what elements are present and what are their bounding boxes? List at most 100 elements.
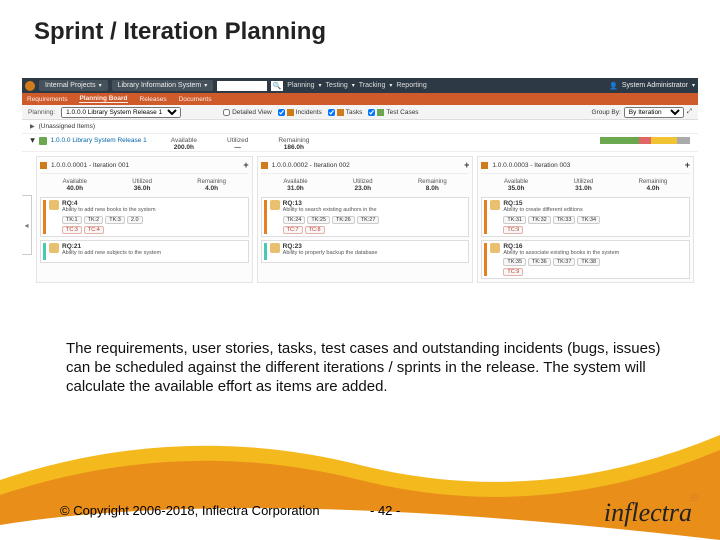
board-card[interactable]: RQ:21 Ability to add new subjects to the… xyxy=(40,240,249,264)
task-chip[interactable]: TK:26 xyxy=(332,216,355,224)
release-select[interactable]: 1.0.0.0 Library System Release 1 xyxy=(61,107,181,118)
menu-testing[interactable]: Testing xyxy=(326,82,348,89)
card-id: RQ:23 xyxy=(283,243,467,250)
chevron-down-icon: ▾ xyxy=(99,82,102,89)
card-id: RQ:16 xyxy=(503,243,687,250)
testcase-chip[interactable]: TC:8 xyxy=(305,226,325,234)
testcase-chip[interactable]: TC:9 xyxy=(503,268,523,276)
board-card[interactable]: RQ:15 Ability to create different editio… xyxy=(481,197,690,237)
card-text: Ability to create different editions xyxy=(503,207,687,214)
card-text: Ability to associate existing books in t… xyxy=(503,250,687,257)
avatar xyxy=(490,200,500,210)
task-chip[interactable]: TK:31 xyxy=(503,216,526,224)
tab-requirements[interactable]: Requirements xyxy=(27,96,67,103)
board-card[interactable]: RQ:4 Ability to add new books to the sys… xyxy=(40,197,249,237)
search-icon: 🔍 xyxy=(273,82,282,90)
avatar xyxy=(490,243,500,253)
card-text: Ability to add new books to the system xyxy=(62,207,246,214)
task-chip[interactable]: TK:27 xyxy=(357,216,380,224)
board-card[interactable]: RQ:13 Ability to search existing authors… xyxy=(261,197,470,237)
project-name-label: Library Information System xyxy=(118,82,202,89)
testcase-chip[interactable]: TC:7 xyxy=(283,226,303,234)
project-name-dropdown[interactable]: Library Information System ▾ xyxy=(112,80,214,91)
groupby-label: Group By: xyxy=(592,109,621,116)
planning-toolbar: Planning: 1.0.0.0 Library System Release… xyxy=(22,105,698,120)
task-chip[interactable]: TK:38 xyxy=(577,258,600,266)
copyright-text: © Copyright 2006-2018, Inflectra Corpora… xyxy=(60,503,320,518)
menu-reporting[interactable]: Reporting xyxy=(396,82,426,89)
iteration-title: 1.0.0.0.0001 - Iteration 001 xyxy=(51,162,129,169)
task-chip[interactable]: TK:24 xyxy=(283,216,306,224)
iteration-header[interactable]: 1.0.0.0.0001 - Iteration 001 + xyxy=(40,160,249,174)
collapse-handle[interactable]: ◂ xyxy=(22,195,32,255)
user-icon: 👤 xyxy=(609,82,618,90)
iteration-icon xyxy=(481,162,488,169)
iteration-icon xyxy=(40,162,47,169)
iteration-header[interactable]: 1.0.0.0.0003 - Iteration 003 + xyxy=(481,160,690,174)
testcase-chip[interactable]: TC:4 xyxy=(84,226,104,234)
avatar xyxy=(270,200,280,210)
incident-icon xyxy=(287,109,294,116)
iteration-stats: Available35.0h Utilized31.0h Remaining4.… xyxy=(481,177,690,194)
card-edge xyxy=(264,200,267,234)
card-text: Ability to properly backup the database xyxy=(283,250,467,257)
release-icon xyxy=(39,137,47,145)
task-chip[interactable]: TK:34 xyxy=(577,216,600,224)
menu-tracking[interactable]: Tracking xyxy=(359,82,386,89)
opt-tasks[interactable]: Tasks xyxy=(328,109,363,116)
projects-label: Internal Projects xyxy=(45,82,96,89)
card-edge xyxy=(484,200,487,234)
expand-icon[interactable]: ⤢ xyxy=(687,108,692,116)
iteration-title: 1.0.0.0.0003 - Iteration 003 xyxy=(492,162,570,169)
task-chip[interactable]: TK:35 xyxy=(503,258,526,266)
iteration-stats: Available31.0h Utilized23.0h Remaining8.… xyxy=(261,177,470,194)
testcase-chip[interactable]: TC:3 xyxy=(62,226,82,234)
task-chip[interactable]: TK:2 xyxy=(84,216,104,224)
nav-tabs: Requirements Planning Board Releases Doc… xyxy=(22,93,698,105)
card-text: Ability to search existing authors in th… xyxy=(283,207,467,214)
search-input[interactable] xyxy=(217,81,267,91)
task-chip[interactable]: TK:33 xyxy=(553,216,576,224)
board-card[interactable]: RQ:16 Ability to associate existing book… xyxy=(481,240,690,280)
iteration-stats: Available40.0h Utilized36.0h Remaining4.… xyxy=(40,177,249,194)
app-logo-icon xyxy=(25,81,35,91)
board-card[interactable]: RQ:23 Ability to properly backup the dat… xyxy=(261,240,470,264)
iteration-header[interactable]: 1.0.0.0.0002 - Iteration 002 + xyxy=(261,160,470,174)
projects-dropdown[interactable]: Internal Projects ▾ xyxy=(39,80,108,91)
row-release[interactable]: ▶ 1.0.0.0 Library System Release 1 Avail… xyxy=(22,134,698,152)
iteration-grid: 1.0.0.0.0001 - Iteration 001 + Available… xyxy=(22,152,698,287)
card-id: RQ:15 xyxy=(503,200,687,207)
card-edge xyxy=(264,243,267,261)
add-card-button[interactable]: + xyxy=(243,160,248,170)
app-screenshot: Internal Projects ▾ Library Information … xyxy=(22,78,698,326)
opt-testcases[interactable]: Test Cases xyxy=(368,109,418,116)
slide-description: The requirements, user stories, tasks, t… xyxy=(66,340,670,396)
iteration-icon xyxy=(261,162,268,169)
task-chip[interactable]: TK:37 xyxy=(553,258,576,266)
brand-logo: inflectra≋ xyxy=(604,498,692,528)
tab-planning-board[interactable]: Planning Board xyxy=(79,95,127,103)
user-name[interactable]: System Administrator xyxy=(622,82,688,89)
flame-icon: ≋ xyxy=(688,490,698,507)
app-topbar: Internal Projects ▾ Library Information … xyxy=(22,78,698,93)
task-chip[interactable]: TK:32 xyxy=(528,216,551,224)
card-id: RQ:21 xyxy=(62,243,246,250)
task-chip[interactable]: TK:36 xyxy=(528,258,551,266)
tab-documents[interactable]: Documents xyxy=(179,96,212,103)
task-chip[interactable]: TK:3 xyxy=(105,216,125,224)
tab-releases[interactable]: Releases xyxy=(140,96,167,103)
menu-planning[interactable]: Planning xyxy=(287,82,314,89)
add-card-button[interactable]: + xyxy=(685,160,690,170)
task-chip[interactable]: TK:1 xyxy=(62,216,82,224)
opt-incidents[interactable]: Incidents xyxy=(278,109,322,116)
opt-detailed[interactable]: Detailed View xyxy=(223,109,272,116)
release-link[interactable]: 1.0.0.0 Library System Release 1 xyxy=(51,137,147,144)
testcase-chip[interactable]: TC:9 xyxy=(503,226,523,234)
search-button[interactable]: 🔍 xyxy=(271,81,283,91)
task-chip[interactable]: TK:25 xyxy=(307,216,330,224)
chevron-down-icon: ▾ xyxy=(692,82,695,89)
groupby-select[interactable]: By Iteration xyxy=(624,107,684,118)
chevron-down-icon: ▾ xyxy=(204,82,207,89)
row-unassigned[interactable]: ▶ (Unassigned Items) xyxy=(22,120,698,134)
add-card-button[interactable]: + xyxy=(464,160,469,170)
